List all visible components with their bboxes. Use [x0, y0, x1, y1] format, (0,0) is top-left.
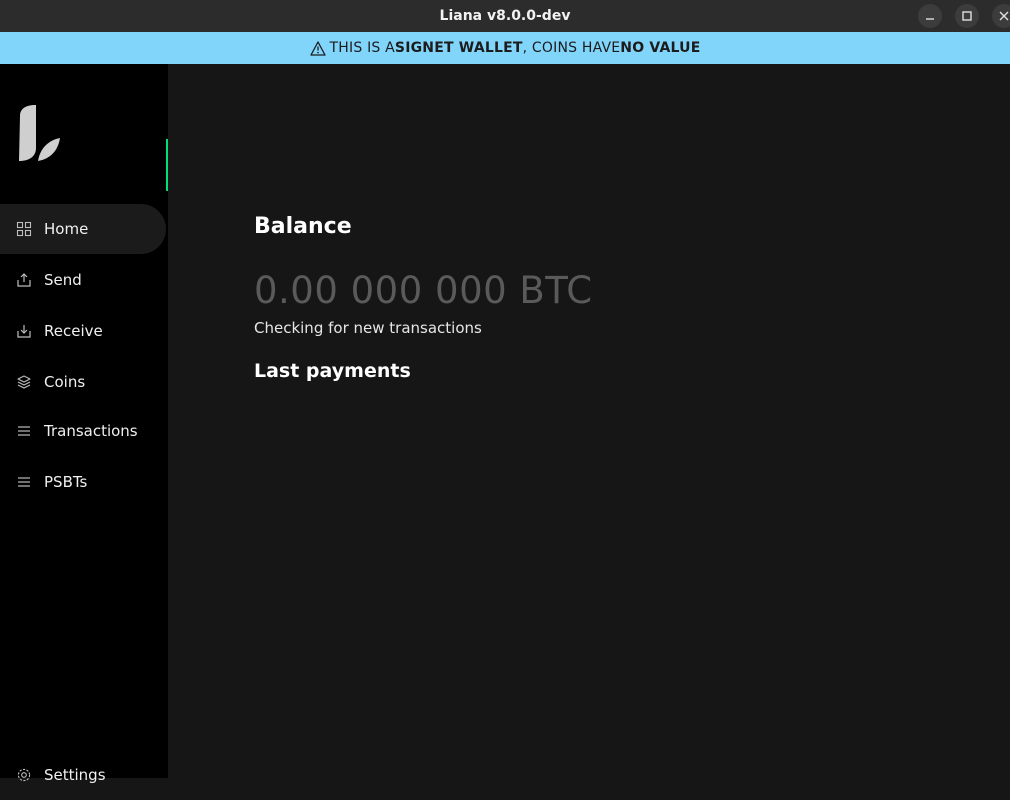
- sidebar: Home Send Receive Coins Transactions PSB…: [0, 64, 168, 784]
- minimize-icon: [926, 18, 934, 20]
- last-payments-title: Last payments: [254, 360, 411, 382]
- list-icon: [16, 423, 32, 439]
- banner-text-4: NO VALUE: [620, 40, 701, 56]
- layers-icon: [16, 374, 32, 390]
- sidebar-item-transactions[interactable]: Transactions: [0, 406, 166, 456]
- banner-text-2: SIGNET WALLET: [394, 40, 523, 56]
- window-title: Liana v8.0.0-dev: [439, 8, 571, 24]
- sidebar-item-label: PSBTs: [44, 473, 88, 491]
- maximize-button[interactable]: [955, 4, 979, 28]
- sidebar-item-label: Coins: [44, 373, 86, 391]
- title-bar: Liana v8.0.0-dev: [0, 0, 1010, 32]
- list-icon: [16, 474, 32, 490]
- close-button[interactable]: [992, 4, 1010, 28]
- minimize-button[interactable]: [918, 4, 942, 28]
- sidebar-item-coins[interactable]: Coins: [0, 357, 166, 407]
- banner-text-1: THIS IS A: [329, 40, 395, 56]
- sidebar-item-label: Settings: [44, 766, 106, 784]
- close-icon: [999, 11, 1009, 21]
- maximize-icon: [962, 11, 972, 21]
- main-content: Balance 0.00 000 000 BTC Checking for ne…: [168, 64, 1010, 778]
- sidebar-item-label: Receive: [44, 322, 103, 340]
- balance-title: Balance: [254, 214, 352, 239]
- sidebar-item-receive[interactable]: Receive: [0, 306, 166, 356]
- banner-text-3: , COINS HAVE: [522, 40, 621, 56]
- gear-icon: [16, 767, 32, 783]
- sidebar-item-send[interactable]: Send: [0, 255, 166, 305]
- send-icon: [16, 272, 32, 288]
- sidebar-item-label: Transactions: [44, 422, 138, 440]
- signet-warning-banner: THIS IS A SIGNET WALLET , COINS HAVE NO …: [0, 32, 1010, 64]
- sidebar-item-label: Home: [44, 220, 89, 238]
- liana-logo: [16, 104, 62, 168]
- sidebar-item-psbts[interactable]: PSBTs: [0, 457, 166, 507]
- sidebar-item-label: Send: [44, 271, 82, 289]
- grid-icon: [16, 221, 32, 237]
- balance-amount: 0.00 000 000 BTC: [254, 269, 593, 312]
- sync-status-text: Checking for new transactions: [254, 319, 482, 337]
- receive-icon: [16, 323, 32, 339]
- sidebar-item-home[interactable]: Home: [0, 204, 166, 254]
- warning-icon: [309, 40, 326, 56]
- sidebar-item-settings[interactable]: Settings: [0, 750, 166, 800]
